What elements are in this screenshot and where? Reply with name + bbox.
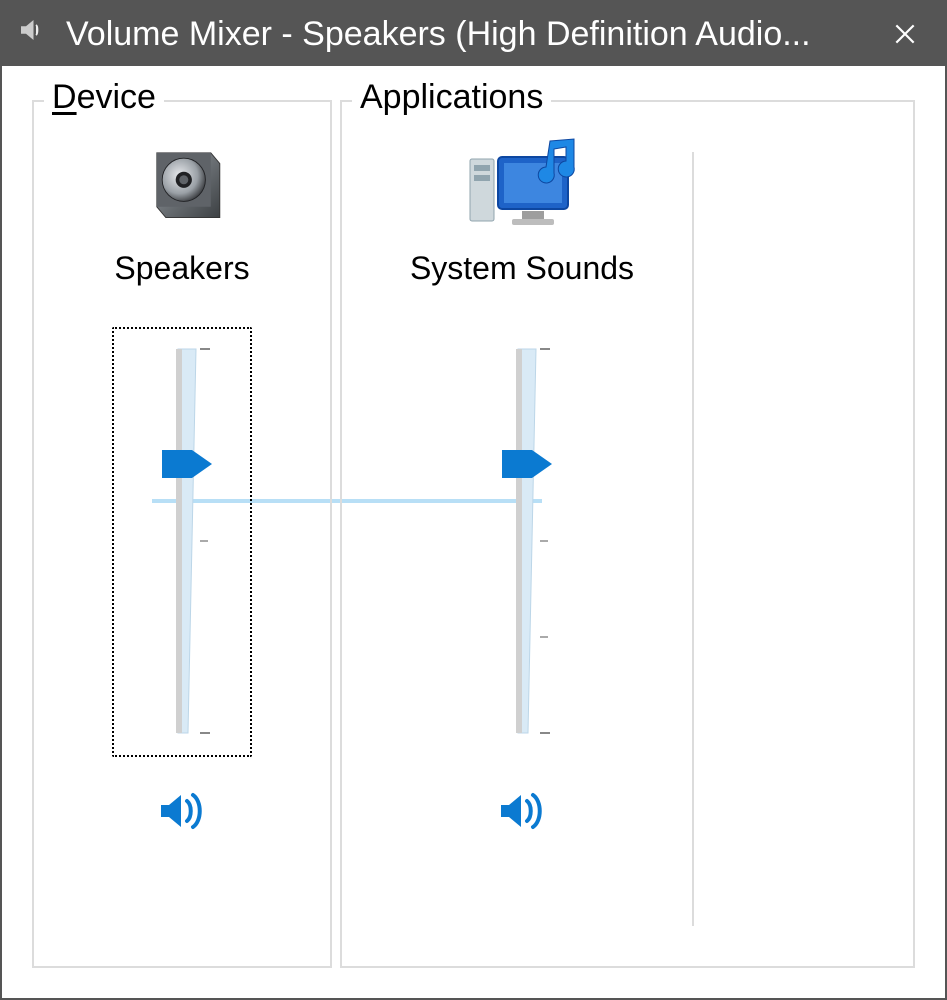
speakers-device-icon[interactable] [122, 132, 242, 242]
device-channel-label: Speakers [114, 250, 249, 287]
close-button[interactable] [875, 2, 935, 66]
system-sounds-label: System Sounds [410, 250, 634, 287]
applications-divider [692, 152, 694, 926]
system-sounds-channel: System Sounds [382, 132, 662, 835]
window-title: Volume Mixer - Speakers (High Definition… [66, 15, 855, 54]
device-volume-slider[interactable] [112, 327, 252, 757]
speaker-icon [16, 15, 46, 54]
content-area: Device [2, 66, 945, 998]
applications-group-label: Applications [352, 78, 551, 117]
device-group: Device [32, 100, 332, 968]
system-sounds-mute-button[interactable] [492, 787, 552, 835]
device-channel: Speakers [44, 132, 320, 835]
device-group-label: Device [44, 78, 164, 117]
titlebar[interactable]: Volume Mixer - Speakers (High Definition… [2, 2, 945, 66]
device-mute-button[interactable] [152, 787, 212, 835]
volume-mixer-window: Volume Mixer - Speakers (High Definition… [0, 0, 947, 1000]
system-sounds-icon[interactable] [462, 132, 582, 242]
applications-group: Applications [340, 100, 915, 968]
system-sounds-volume-slider[interactable] [452, 327, 592, 757]
